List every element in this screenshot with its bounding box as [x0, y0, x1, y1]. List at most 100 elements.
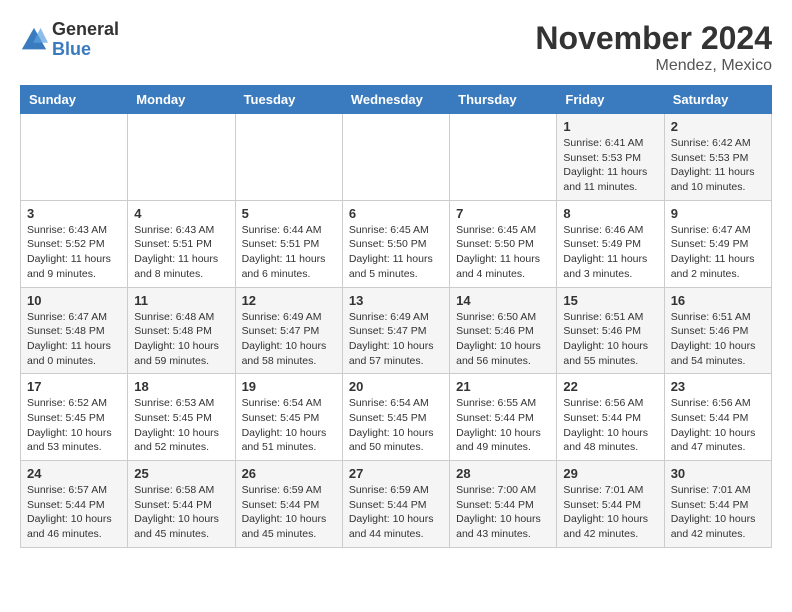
calendar-week-1: 1 Sunrise: 6:41 AM Sunset: 5:53 PM Daylig… — [21, 114, 772, 201]
day-info: Sunrise: 6:56 AM Sunset: 5:44 PM Dayligh… — [563, 396, 657, 455]
calendar-cell — [450, 114, 557, 201]
month-title: November 2024 — [535, 20, 772, 57]
day-info: Sunrise: 6:42 AM Sunset: 5:53 PM Dayligh… — [671, 136, 765, 195]
calendar-cell: 3 Sunrise: 6:43 AM Sunset: 5:52 PM Daylig… — [21, 200, 128, 287]
day-info: Sunrise: 6:45 AM Sunset: 5:50 PM Dayligh… — [349, 223, 443, 282]
day-number: 20 — [349, 379, 443, 394]
day-info: Sunrise: 6:47 AM Sunset: 5:49 PM Dayligh… — [671, 223, 765, 282]
calendar-cell — [21, 114, 128, 201]
day-info: Sunrise: 6:43 AM Sunset: 5:52 PM Dayligh… — [27, 223, 121, 282]
calendar-cell — [235, 114, 342, 201]
calendar-week-3: 10 Sunrise: 6:47 AM Sunset: 5:48 PM Dayli… — [21, 287, 772, 374]
day-number: 23 — [671, 379, 765, 394]
calendar-cell: 12 Sunrise: 6:49 AM Sunset: 5:47 PM Dayli… — [235, 287, 342, 374]
calendar-cell: 10 Sunrise: 6:47 AM Sunset: 5:48 PM Dayli… — [21, 287, 128, 374]
logo-general: General — [52, 20, 119, 40]
day-number: 22 — [563, 379, 657, 394]
calendar-cell: 29 Sunrise: 7:01 AM Sunset: 5:44 PM Dayli… — [557, 461, 664, 548]
day-number: 24 — [27, 466, 121, 481]
day-info: Sunrise: 6:43 AM Sunset: 5:51 PM Dayligh… — [134, 223, 228, 282]
day-number: 3 — [27, 206, 121, 221]
calendar-cell: 25Sunrise: 6:58 AM Sunset: 5:44 PM Dayli… — [128, 461, 235, 548]
weekday-sunday: Sunday — [21, 86, 128, 114]
day-info: Sunrise: 6:45 AM Sunset: 5:50 PM Dayligh… — [456, 223, 550, 282]
day-info: Sunrise: 6:50 AM Sunset: 5:46 PM Dayligh… — [456, 310, 550, 369]
day-number: 27 — [349, 466, 443, 481]
day-number: 14 — [456, 293, 550, 308]
calendar-cell: 2Sunrise: 6:42 AM Sunset: 5:53 PM Daylig… — [664, 114, 771, 201]
logo: General Blue — [20, 20, 119, 60]
day-number: 8 — [563, 206, 657, 221]
day-number: 16 — [671, 293, 765, 308]
calendar-cell: 1 Sunrise: 6:41 AM Sunset: 5:53 PM Daylig… — [557, 114, 664, 201]
day-info: Sunrise: 6:57 AM Sunset: 5:44 PM Dayligh… — [27, 483, 121, 542]
day-info: Sunrise: 6:54 AM Sunset: 5:45 PM Dayligh… — [242, 396, 336, 455]
calendar-cell: 23 Sunrise: 6:56 AM Sunset: 5:44 PM Dayli… — [664, 374, 771, 461]
day-number: 30 — [671, 466, 765, 481]
day-info: Sunrise: 6:46 AM Sunset: 5:49 PM Dayligh… — [563, 223, 657, 282]
day-info: Sunrise: 6:52 AM Sunset: 5:45 PM Dayligh… — [27, 396, 121, 455]
weekday-saturday: Saturday — [664, 86, 771, 114]
day-info: Sunrise: 6:47 AM Sunset: 5:48 PM Dayligh… — [27, 310, 121, 369]
day-info: Sunrise: 6:58 AM Sunset: 5:44 PM Dayligh… — [134, 483, 228, 542]
calendar-table: SundayMondayTuesdayWednesdayThursdayFrid… — [20, 85, 772, 548]
day-number: 1 — [563, 119, 657, 134]
calendar-cell: 8 Sunrise: 6:46 AM Sunset: 5:49 PM Daylig… — [557, 200, 664, 287]
day-number: 4 — [134, 206, 228, 221]
calendar-cell: 4 Sunrise: 6:43 AM Sunset: 5:51 PM Daylig… — [128, 200, 235, 287]
weekday-thursday: Thursday — [450, 86, 557, 114]
calendar-cell: 24 Sunrise: 6:57 AM Sunset: 5:44 PM Dayli… — [21, 461, 128, 548]
day-info: Sunrise: 6:59 AM Sunset: 5:44 PM Dayligh… — [242, 483, 336, 542]
calendar-cell: 6 Sunrise: 6:45 AM Sunset: 5:50 PM Daylig… — [342, 200, 449, 287]
day-number: 21 — [456, 379, 550, 394]
calendar-cell: 14 Sunrise: 6:50 AM Sunset: 5:46 PM Dayli… — [450, 287, 557, 374]
day-number: 9 — [671, 206, 765, 221]
calendar-cell: 16 Sunrise: 6:51 AM Sunset: 5:46 PM Dayli… — [664, 287, 771, 374]
day-number: 12 — [242, 293, 336, 308]
calendar-cell: 26 Sunrise: 6:59 AM Sunset: 5:44 PM Dayli… — [235, 461, 342, 548]
day-number: 10 — [27, 293, 121, 308]
day-number: 17 — [27, 379, 121, 394]
day-number: 26 — [242, 466, 336, 481]
day-number: 19 — [242, 379, 336, 394]
day-number: 6 — [349, 206, 443, 221]
day-info: Sunrise: 6:51 AM Sunset: 5:46 PM Dayligh… — [563, 310, 657, 369]
day-number: 29 — [563, 466, 657, 481]
day-info: Sunrise: 6:49 AM Sunset: 5:47 PM Dayligh… — [349, 310, 443, 369]
day-info: Sunrise: 6:54 AM Sunset: 5:45 PM Dayligh… — [349, 396, 443, 455]
day-number: 13 — [349, 293, 443, 308]
day-number: 11 — [134, 293, 228, 308]
calendar-week-2: 3 Sunrise: 6:43 AM Sunset: 5:52 PM Daylig… — [21, 200, 772, 287]
calendar-cell: 30 Sunrise: 7:01 AM Sunset: 5:44 PM Dayli… — [664, 461, 771, 548]
day-info: Sunrise: 6:59 AM Sunset: 5:44 PM Dayligh… — [349, 483, 443, 542]
calendar-cell: 19 Sunrise: 6:54 AM Sunset: 5:45 PM Dayli… — [235, 374, 342, 461]
day-info: Sunrise: 6:56 AM Sunset: 5:44 PM Dayligh… — [671, 396, 765, 455]
title-area: November 2024 Mendez, Mexico — [535, 20, 772, 75]
calendar-cell: 18Sunrise: 6:53 AM Sunset: 5:45 PM Dayli… — [128, 374, 235, 461]
calendar-cell — [128, 114, 235, 201]
weekday-friday: Friday — [557, 86, 664, 114]
day-number: 28 — [456, 466, 550, 481]
calendar-cell: 5Sunrise: 6:44 AM Sunset: 5:51 PM Daylig… — [235, 200, 342, 287]
day-number: 15 — [563, 293, 657, 308]
calendar-cell: 9 Sunrise: 6:47 AM Sunset: 5:49 PM Daylig… — [664, 200, 771, 287]
day-info: Sunrise: 7:01 AM Sunset: 5:44 PM Dayligh… — [563, 483, 657, 542]
day-info: Sunrise: 7:01 AM Sunset: 5:44 PM Dayligh… — [671, 483, 765, 542]
day-info: Sunrise: 6:53 AM Sunset: 5:45 PM Dayligh… — [134, 396, 228, 455]
header: General Blue November 2024 Mendez, Mexic… — [20, 20, 772, 75]
calendar-cell: 7 Sunrise: 6:45 AM Sunset: 5:50 PM Daylig… — [450, 200, 557, 287]
calendar-cell — [342, 114, 449, 201]
page: General Blue November 2024 Mendez, Mexic… — [0, 0, 792, 568]
weekday-wednesday: Wednesday — [342, 86, 449, 114]
day-info: Sunrise: 6:48 AM Sunset: 5:48 PM Dayligh… — [134, 310, 228, 369]
logo-icon — [20, 26, 48, 54]
day-info: Sunrise: 6:44 AM Sunset: 5:51 PM Dayligh… — [242, 223, 336, 282]
calendar-cell: 22 Sunrise: 6:56 AM Sunset: 5:44 PM Dayli… — [557, 374, 664, 461]
calendar-cell: 11 Sunrise: 6:48 AM Sunset: 5:48 PM Dayli… — [128, 287, 235, 374]
calendar-cell: 20 Sunrise: 6:54 AM Sunset: 5:45 PM Dayli… — [342, 374, 449, 461]
day-info: Sunrise: 6:49 AM Sunset: 5:47 PM Dayligh… — [242, 310, 336, 369]
day-number: 7 — [456, 206, 550, 221]
day-info: Sunrise: 6:41 AM Sunset: 5:53 PM Dayligh… — [563, 136, 657, 195]
day-info: Sunrise: 6:51 AM Sunset: 5:46 PM Dayligh… — [671, 310, 765, 369]
calendar-week-4: 17 Sunrise: 6:52 AM Sunset: 5:45 PM Dayli… — [21, 374, 772, 461]
